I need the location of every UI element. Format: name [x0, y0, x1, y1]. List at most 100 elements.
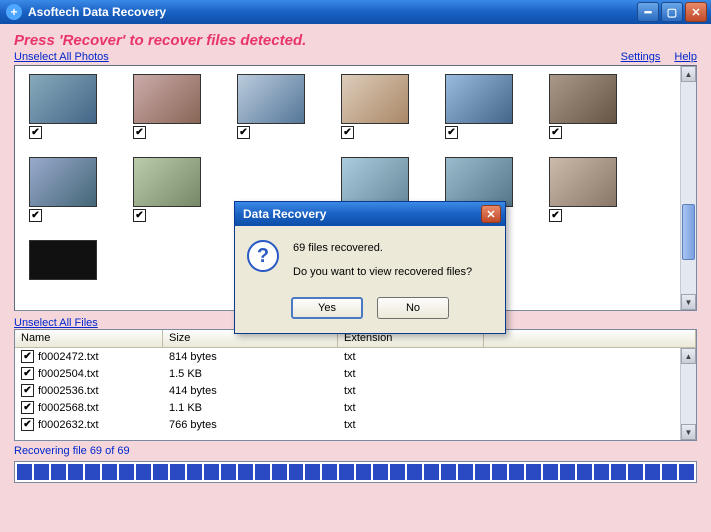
file-checkbox[interactable]: ✔	[21, 384, 34, 397]
file-row[interactable]: ✔f0002536.txt414 bytestxt	[15, 382, 696, 399]
file-checkbox[interactable]: ✔	[21, 418, 34, 431]
progress-segment	[628, 464, 643, 480]
progress-segment	[339, 464, 354, 480]
progress-bar	[14, 461, 697, 483]
photo-thumbnail[interactable]	[549, 157, 617, 207]
dialog-line1: 69 files recovered.	[293, 240, 472, 258]
progress-segment	[526, 464, 541, 480]
recovery-dialog: Data Recovery ✕ ? 69 files recovered. Do…	[234, 201, 506, 334]
progress-segment	[492, 464, 507, 480]
photo-thumbnail[interactable]	[341, 74, 409, 124]
progress-segment	[34, 464, 49, 480]
app-icon: +	[6, 4, 22, 20]
yes-button[interactable]: Yes	[291, 297, 363, 319]
help-link[interactable]: Help	[674, 51, 697, 63]
photo-thumbnail[interactable]	[133, 157, 201, 207]
photo-scrollbar[interactable]: ▲ ▼	[680, 66, 696, 310]
progress-segment	[560, 464, 575, 480]
dialog-title-text: Data Recovery	[243, 207, 326, 221]
dialog-line2: Do you want to view recovered files?	[293, 264, 472, 282]
file-size: 1.1 KB	[163, 402, 338, 414]
file-size: 814 bytes	[163, 351, 338, 363]
progress-segment	[17, 464, 32, 480]
file-name: f0002472.txt	[38, 351, 99, 363]
photo-item[interactable]: ✔	[237, 74, 305, 139]
progress-segment	[662, 464, 677, 480]
photo-checkbox[interactable]: ✔	[445, 126, 458, 139]
close-button[interactable]: ✕	[685, 2, 707, 22]
photo-checkbox[interactable]: ✔	[29, 126, 42, 139]
photo-thumbnail[interactable]	[445, 74, 513, 124]
progress-segment	[289, 464, 304, 480]
file-row[interactable]: ✔f0002568.txt1.1 KBtxt	[15, 399, 696, 416]
photo-checkbox[interactable]: ✔	[549, 209, 562, 222]
photo-thumbnail[interactable]	[29, 157, 97, 207]
scroll-up-icon[interactable]: ▲	[681, 348, 696, 364]
file-row[interactable]: ✔ f0002504.txt 1.5 KBtxt	[15, 365, 696, 382]
progress-segment	[322, 464, 337, 480]
file-checkbox[interactable]: ✔	[21, 401, 34, 414]
photo-thumbnail[interactable]	[341, 157, 409, 207]
progress-segment	[441, 464, 456, 480]
photo-item[interactable]: ✔	[549, 157, 617, 222]
progress-segment	[170, 464, 185, 480]
photo-thumbnail[interactable]	[237, 74, 305, 124]
scroll-up-icon[interactable]: ▲	[681, 66, 696, 82]
file-checkbox[interactable]: ✔	[21, 367, 34, 380]
file-checkbox[interactable]: ✔	[21, 350, 34, 363]
photo-thumbnail[interactable]	[29, 74, 97, 124]
scroll-down-icon[interactable]: ▼	[681, 424, 696, 440]
settings-link[interactable]: Settings	[621, 51, 661, 63]
photo-item[interactable]: ✔	[445, 74, 513, 139]
progress-segment	[119, 464, 134, 480]
progress-segment	[373, 464, 388, 480]
photo-checkbox[interactable]: ✔	[29, 209, 42, 222]
scroll-thumb[interactable]	[682, 204, 695, 260]
photo-checkbox[interactable]: ✔	[133, 126, 146, 139]
photo-checkbox[interactable]: ✔	[341, 126, 354, 139]
photo-item[interactable]: ✔	[549, 74, 617, 139]
file-name: f0002504.txt	[38, 368, 99, 380]
maximize-button[interactable]: ▢	[661, 2, 683, 22]
minimize-button[interactable]: ━	[637, 2, 659, 22]
no-button[interactable]: No	[377, 297, 449, 319]
file-row[interactable]: ✔f0002632.txt766 bytestxt	[15, 416, 696, 433]
photo-checkbox[interactable]: ✔	[237, 126, 250, 139]
progress-segment	[136, 464, 151, 480]
unselect-all-files-link[interactable]: Unselect All Files	[14, 317, 98, 329]
col-header-name[interactable]: Name	[15, 330, 163, 347]
file-size: 1.5 KB	[163, 368, 338, 380]
progress-segment	[679, 464, 694, 480]
progress-segment	[187, 464, 202, 480]
file-name: f0002536.txt	[38, 385, 99, 397]
dialog-close-button[interactable]: ✕	[481, 205, 501, 223]
photo-item[interactable]	[29, 240, 97, 280]
photo-item[interactable]: ✔	[341, 74, 409, 139]
progress-segment	[272, 464, 287, 480]
file-extension: txt	[338, 402, 484, 414]
scroll-down-icon[interactable]: ▼	[681, 294, 696, 310]
file-scrollbar[interactable]: ▲ ▼	[680, 348, 696, 440]
photo-item[interactable]: ✔	[29, 157, 97, 222]
progress-segment	[424, 464, 439, 480]
progress-segment	[51, 464, 66, 480]
photo-item[interactable]: ✔	[133, 157, 201, 222]
progress-segment	[611, 464, 626, 480]
photo-thumbnail[interactable]	[133, 74, 201, 124]
photo-thumbnail[interactable]	[445, 157, 513, 207]
photo-thumbnail[interactable]	[549, 74, 617, 124]
photo-item[interactable]: ✔	[29, 74, 97, 139]
dialog-titlebar: Data Recovery ✕	[235, 202, 505, 226]
photo-checkbox[interactable]: ✔	[549, 126, 562, 139]
unselect-all-photos-link[interactable]: Unselect All Photos	[14, 51, 109, 63]
file-extension: txt	[338, 419, 484, 431]
question-icon: ?	[247, 240, 279, 272]
status-text: Recovering file 69 of 69	[14, 445, 697, 457]
photo-thumbnail[interactable]	[29, 240, 97, 280]
progress-segment	[577, 464, 592, 480]
file-extension: txt	[338, 368, 484, 380]
progress-segment	[509, 464, 524, 480]
photo-item[interactable]: ✔	[133, 74, 201, 139]
photo-checkbox[interactable]: ✔	[133, 209, 146, 222]
file-row[interactable]: ✔f0002472.txt814 bytestxt	[15, 348, 696, 365]
